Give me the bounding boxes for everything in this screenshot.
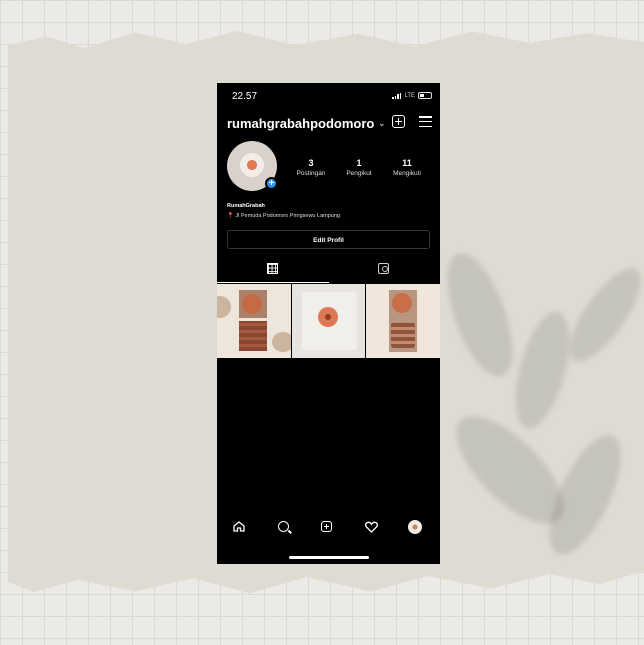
- stat-followers[interactable]: 1 Pengikut: [336, 158, 382, 177]
- stat-value: 1: [356, 158, 362, 168]
- profile-address: 📍 Jl Pemuda Podomoro Pringsewu Lampung: [227, 213, 340, 219]
- username[interactable]: rumahgrabahpodomoro: [227, 116, 374, 131]
- stat-value: 3: [308, 158, 314, 168]
- tagged-icon[interactable]: [378, 263, 389, 274]
- location-pin-icon: 📍: [227, 213, 234, 219]
- chevron-down-icon[interactable]: ⌄: [378, 119, 385, 128]
- search-icon[interactable]: [278, 521, 289, 532]
- post-thumbnail[interactable]: [217, 284, 291, 358]
- home-indicator[interactable]: [289, 556, 369, 559]
- new-post-icon[interactable]: [392, 115, 405, 128]
- address-text: Jl Pemuda Podomoro Pringsewu Lampung: [235, 213, 340, 219]
- network-label: LTE: [404, 92, 415, 99]
- grid-icon[interactable]: [267, 263, 278, 274]
- profile-avatar-icon[interactable]: [408, 520, 422, 534]
- menu-icon[interactable]: [419, 115, 432, 127]
- post-thumbnail[interactable]: [366, 284, 440, 358]
- display-name: RumahGrabah: [227, 203, 265, 209]
- stat-following[interactable]: 11 Mengikuti: [384, 158, 430, 177]
- add-story-icon[interactable]: +: [265, 177, 278, 190]
- heart-icon[interactable]: [365, 521, 378, 533]
- status-indicators: LTE: [392, 92, 432, 99]
- header-actions: [392, 115, 432, 128]
- stat-posts[interactable]: 3 Postingan: [288, 158, 334, 177]
- active-tab-indicator: [217, 282, 329, 283]
- stat-label: Mengikuti: [393, 170, 421, 177]
- stat-label: Pengikut: [346, 170, 372, 177]
- posts-grid: [217, 284, 440, 358]
- stat-value: 11: [402, 158, 412, 168]
- profile-tabs: [217, 259, 440, 283]
- phone-screen: 22.57 LTE rumahgrabahpodomoro ⌄ + 3 Post…: [217, 83, 440, 564]
- edit-profile-button[interactable]: Edit Profil: [227, 230, 430, 249]
- stat-label: Postingan: [296, 170, 326, 177]
- battery-icon: [418, 92, 432, 99]
- add-post-icon[interactable]: [321, 521, 332, 532]
- post-thumbnail[interactable]: [291, 284, 366, 358]
- bottom-navigation: [217, 515, 440, 541]
- home-icon[interactable]: [233, 521, 245, 532]
- signal-icon: [392, 92, 402, 99]
- status-time: 22.57: [232, 91, 258, 102]
- profile-header[interactable]: rumahgrabahpodomoro ⌄: [227, 116, 385, 131]
